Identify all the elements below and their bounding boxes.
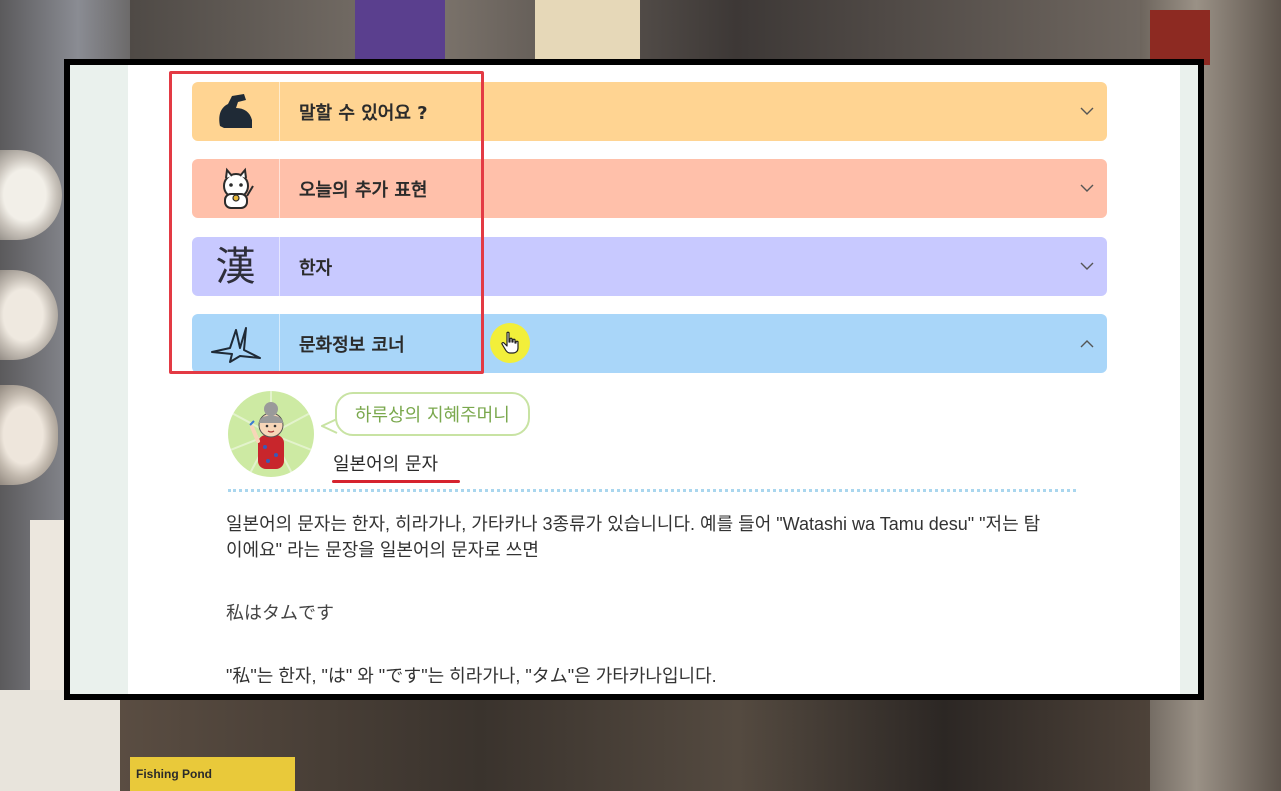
content-column: 말할 수 있어요 ? 오늘의 추가 표현 漢 한자 문화정보 코너 하루상의 지… (128, 65, 1180, 694)
highlight-box (169, 71, 484, 374)
paragraph-japanese-example: 私はタムです (226, 603, 334, 624)
dotted-divider (228, 489, 1076, 492)
fishing-pond-sign-text: Fishing Pond (136, 767, 212, 781)
purple-sign (355, 0, 445, 62)
white-sign (0, 690, 120, 791)
fishing-pond-sign: Fishing Pond (130, 757, 295, 791)
section-title: 일본어의 문자 (333, 454, 439, 475)
web-page: 말할 수 있어요 ? 오늘의 추가 표현 漢 한자 문화정보 코너 하루상의 지… (70, 65, 1198, 694)
paragraph: "私"는 한자, "は" 와 "です"는 히라가나, "タム"은 가타카나입니다… (226, 666, 717, 686)
red-sign (1150, 10, 1210, 65)
speech-bubble: 하루상의 지혜주머니 (335, 392, 530, 436)
chevron-down-icon[interactable] (1067, 262, 1107, 271)
pointer-cursor-icon (490, 323, 530, 363)
paragraph: 일본어의 문자는 한자, 히라가나, 가타카나 3종류가 있습니니다. 예를 들… (226, 514, 1041, 560)
chevron-up-icon[interactable] (1067, 339, 1107, 348)
title-underline (332, 480, 460, 483)
cream-sign (535, 0, 640, 62)
white-vertical-sign (30, 520, 66, 690)
chevron-down-icon[interactable] (1067, 184, 1107, 193)
screenshot-frame: 말할 수 있어요 ? 오늘의 추가 표현 漢 한자 문화정보 코너 하루상의 지… (64, 59, 1204, 700)
chevron-down-icon[interactable] (1067, 107, 1107, 116)
grandma-avatar (228, 391, 314, 477)
